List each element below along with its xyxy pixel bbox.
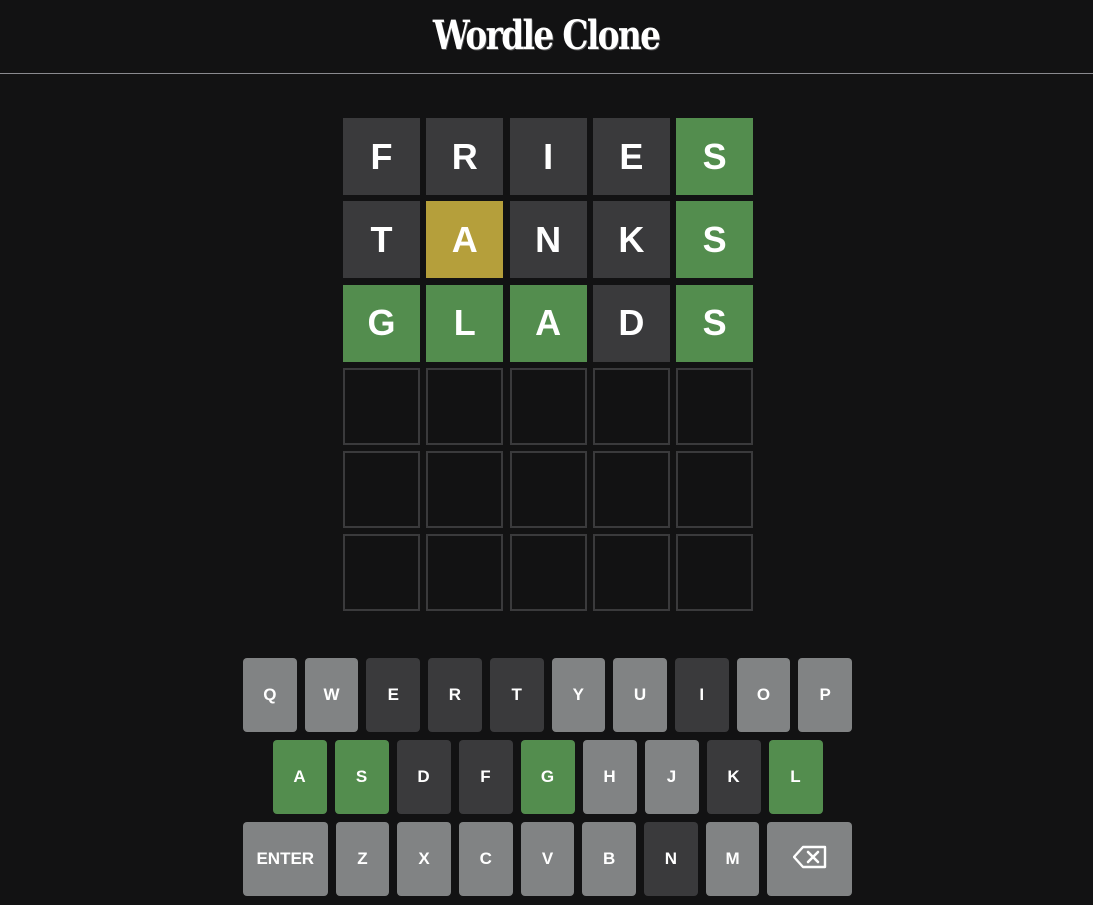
board-tile bbox=[509, 367, 587, 445]
board-tile bbox=[676, 534, 754, 612]
enter-key[interactable]: ENTER bbox=[243, 822, 328, 896]
board-tile bbox=[509, 534, 587, 612]
board-tile bbox=[509, 451, 587, 529]
key-k[interactable]: K bbox=[706, 740, 761, 814]
backspace-key[interactable] bbox=[767, 822, 852, 896]
board-tile: K bbox=[592, 201, 670, 279]
board-tile: I bbox=[509, 118, 587, 195]
board-tile bbox=[343, 367, 420, 445]
board-tile: N bbox=[509, 201, 587, 279]
key-c[interactable]: C bbox=[458, 822, 513, 896]
key-h[interactable]: H bbox=[582, 740, 637, 814]
key-j[interactable]: J bbox=[644, 740, 699, 814]
key-g[interactable]: G bbox=[520, 740, 575, 814]
key-u[interactable]: U bbox=[613, 658, 667, 732]
key-t[interactable]: T bbox=[489, 658, 544, 732]
key-q[interactable]: Q bbox=[242, 658, 297, 732]
board-tile bbox=[343, 534, 420, 612]
board-tile bbox=[676, 367, 754, 445]
key-y[interactable]: Y bbox=[551, 658, 606, 732]
key-l[interactable]: L bbox=[768, 740, 823, 814]
on-screen-keyboard: Q W E R T Y U I O P A S D F G H J K L ENTER Z X C V B N M bbox=[242, 658, 853, 904]
board-tile: G bbox=[343, 284, 420, 362]
key-m[interactable]: M bbox=[705, 822, 760, 896]
keyboard-row: ASDFGHJKL bbox=[243, 740, 852, 814]
key-x[interactable]: X bbox=[397, 822, 451, 896]
key-b[interactable]: B bbox=[582, 822, 637, 896]
key-a[interactable]: A bbox=[272, 740, 327, 814]
keyboard-row: QWERTYUIOP bbox=[242, 658, 853, 732]
key-o[interactable]: O bbox=[736, 658, 791, 732]
keyboard-row: ENTER Z X C V B N M bbox=[243, 822, 852, 896]
board-tile bbox=[676, 451, 754, 529]
board-tile: E bbox=[592, 118, 670, 195]
board-tile bbox=[592, 367, 670, 445]
board-tile: S bbox=[676, 201, 754, 279]
board-tile bbox=[592, 534, 670, 612]
board-tile: T bbox=[343, 201, 420, 279]
board-tile bbox=[592, 451, 670, 529]
board-tile: R bbox=[426, 118, 504, 195]
board-tile: S bbox=[676, 118, 754, 195]
key-z[interactable]: Z bbox=[335, 822, 390, 896]
board-tile: D bbox=[592, 284, 670, 362]
board-tile bbox=[426, 451, 504, 529]
key-v[interactable]: V bbox=[520, 822, 575, 896]
key-p[interactable]: P bbox=[798, 658, 853, 732]
key-n[interactable]: N bbox=[644, 822, 698, 896]
board-tile: L bbox=[426, 284, 504, 362]
board-tile bbox=[426, 367, 504, 445]
key-w[interactable]: W bbox=[304, 658, 359, 732]
board-tile bbox=[426, 534, 504, 612]
board-tile: A bbox=[426, 201, 504, 279]
game-board: FRIESTANKSGLADS bbox=[343, 118, 754, 612]
key-r[interactable]: R bbox=[428, 658, 482, 732]
key-e[interactable]: E bbox=[366, 658, 421, 732]
app-header: Wordle Clone bbox=[0, 0, 1093, 74]
backspace-icon bbox=[792, 845, 827, 874]
board-tile: A bbox=[509, 284, 587, 362]
board-tile: S bbox=[676, 284, 754, 362]
key-i[interactable]: I bbox=[674, 658, 729, 732]
board-tile bbox=[343, 451, 420, 529]
key-d[interactable]: D bbox=[396, 740, 451, 814]
key-s[interactable]: S bbox=[334, 740, 389, 814]
app-title: Wordle Clone bbox=[433, 12, 661, 59]
board-tile: F bbox=[343, 118, 420, 195]
key-f[interactable]: F bbox=[458, 740, 513, 814]
